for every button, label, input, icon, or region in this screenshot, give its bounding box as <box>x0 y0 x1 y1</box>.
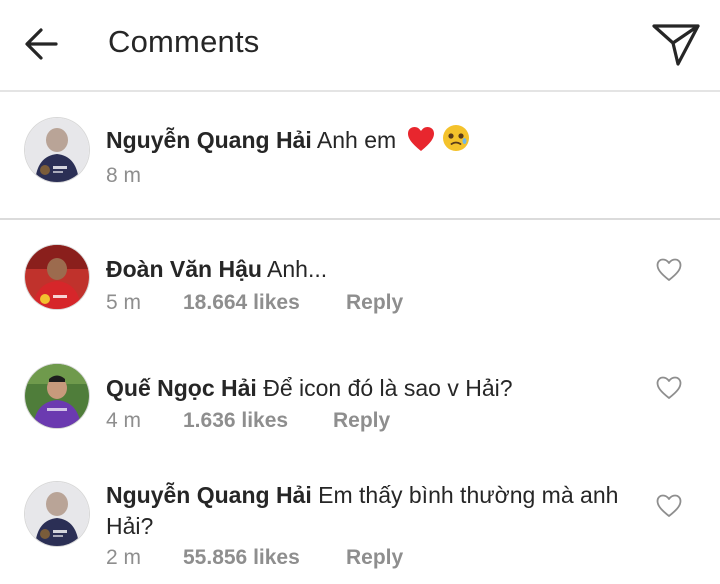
comment-likes[interactable]: 1.636 likes <box>183 409 288 433</box>
avatar[interactable] <box>25 245 89 309</box>
comment-text: Đoàn Văn Hậu Anh... <box>106 254 626 285</box>
heart-outline-icon[interactable] <box>656 494 682 518</box>
comment-time: 5 m <box>106 291 142 314</box>
pleading-face-emoji <box>442 125 469 151</box>
comment-body: Anh... <box>267 256 328 282</box>
comments-header: Comments <box>0 0 720 92</box>
comment-username[interactable]: Quế Ngọc Hải <box>106 375 257 401</box>
comment-time: 4 m <box>106 409 142 432</box>
comment-username[interactable]: Nguyễn Quang Hải <box>106 482 312 508</box>
caption-text: Nguyễn Quang Hải Anh em <box>106 124 626 156</box>
red-heart-emoji <box>407 127 434 151</box>
avatar[interactable] <box>25 118 89 182</box>
page-title: Comments <box>108 24 260 59</box>
caption-time: 8 m <box>106 164 142 187</box>
caption-username[interactable]: Nguyễn Quang Hải <box>106 127 312 153</box>
arrow-left-icon[interactable] <box>24 26 58 62</box>
comment-text: Nguyễn Quang Hải Em thấy bình thường mà … <box>106 480 626 542</box>
heart-outline-icon[interactable] <box>656 258 682 282</box>
paper-plane-icon[interactable] <box>650 22 702 68</box>
comment-likes[interactable]: 18.664 likes <box>183 291 300 315</box>
comment-meta: 2 m 55.856 likes Reply <box>106 546 403 570</box>
comment-meta: 4 m 1.636 likes Reply <box>106 409 390 433</box>
heart-outline-icon[interactable] <box>656 376 682 400</box>
reply-button[interactable]: Reply <box>346 291 403 315</box>
comment-text: Quế Ngọc Hải Để icon đó là sao v Hải? <box>106 373 626 404</box>
caption-body: Anh em <box>316 127 397 153</box>
reply-button[interactable]: Reply <box>346 546 403 570</box>
comment-body: Để icon đó là sao v Hải? <box>263 375 513 401</box>
caption-row: Nguyễn Quang Hải Anh em 8 m <box>0 94 720 220</box>
avatar[interactable] <box>25 482 89 546</box>
comment-time: 2 m <box>106 546 142 569</box>
comment-meta: 5 m 18.664 likes Reply <box>106 291 403 315</box>
avatar[interactable] <box>25 364 89 428</box>
comment-username[interactable]: Đoàn Văn Hậu <box>106 256 262 282</box>
comment-likes[interactable]: 55.856 likes <box>183 546 300 570</box>
reply-button[interactable]: Reply <box>333 409 390 433</box>
